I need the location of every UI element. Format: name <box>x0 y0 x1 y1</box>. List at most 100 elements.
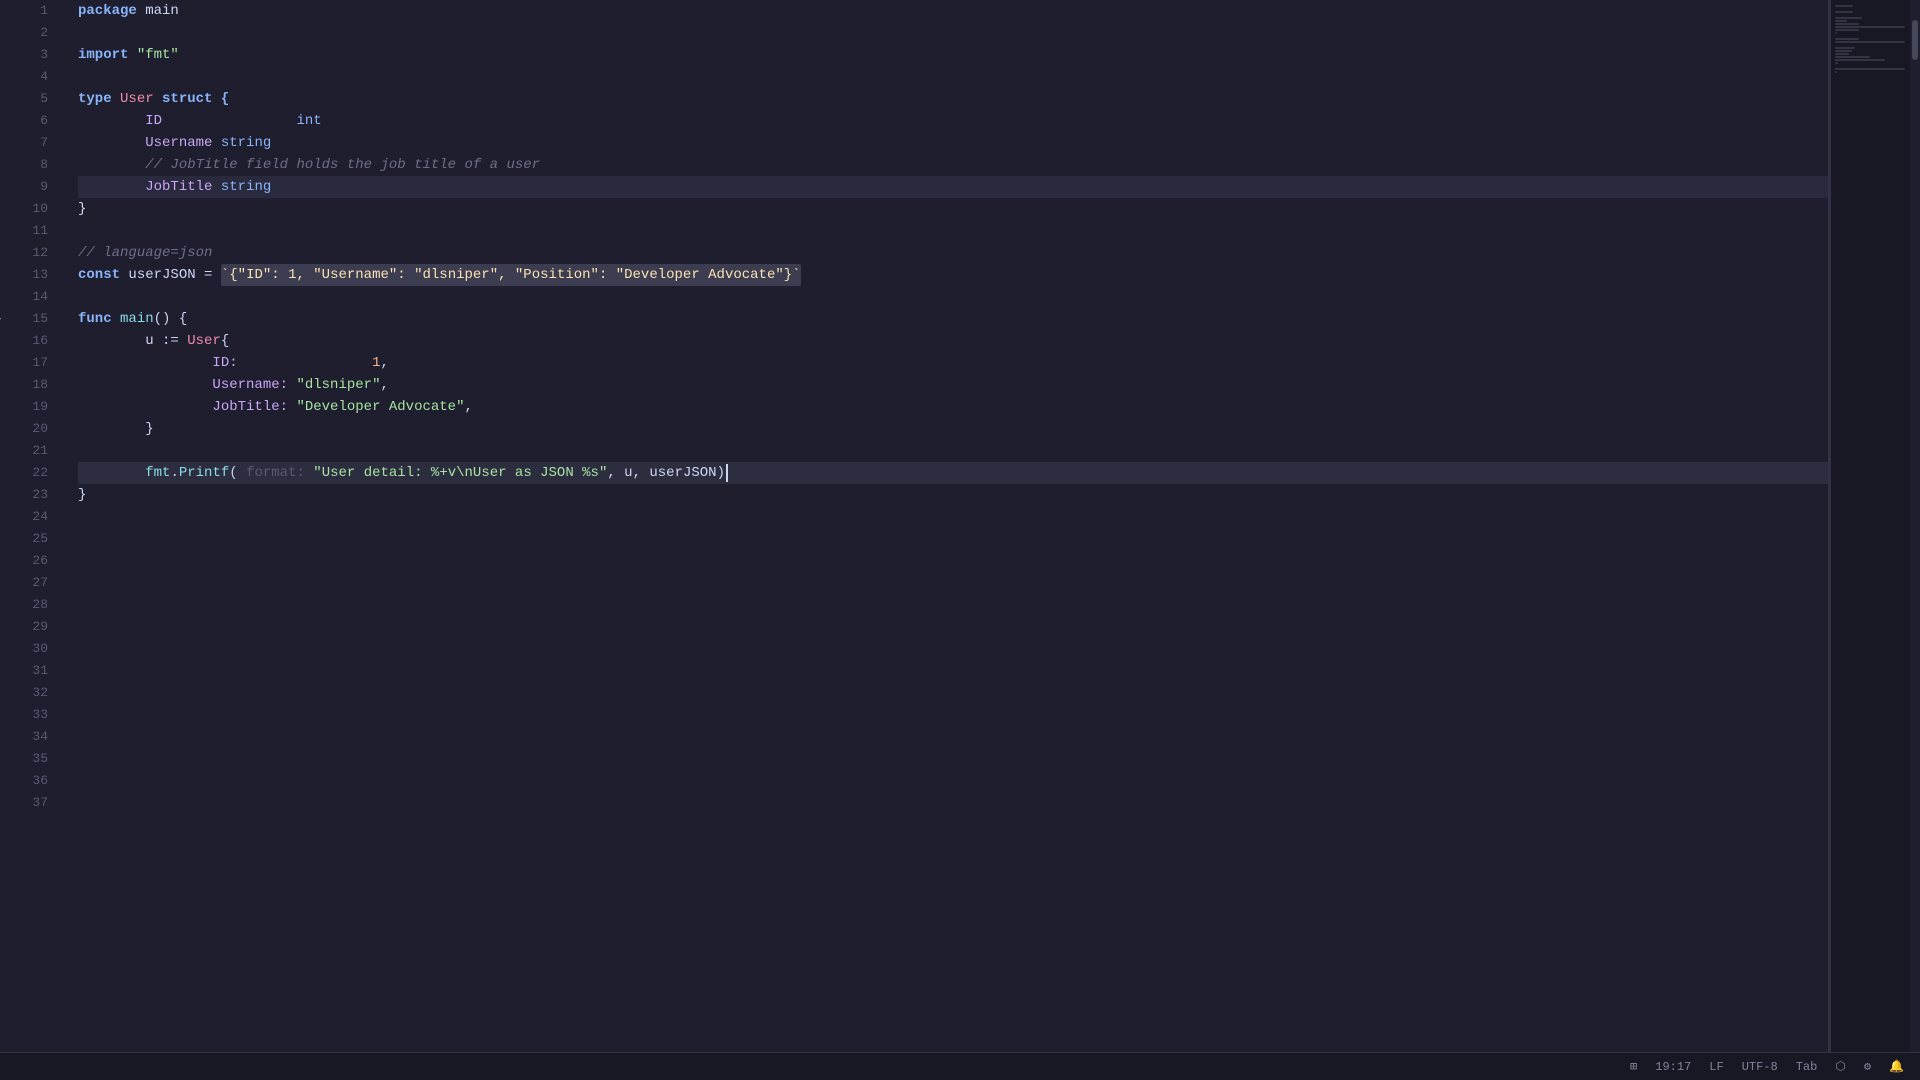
run-indicator[interactable]: ▶ <box>0 308 1 330</box>
line-number-1: 1 <box>8 0 48 22</box>
status-line-ending[interactable]: LF <box>1709 1060 1723 1074</box>
line-number-29: 29 <box>8 616 48 638</box>
token: userJSON <box>128 264 195 286</box>
line-number-24: 24 <box>8 506 48 528</box>
token: , <box>380 352 388 374</box>
minimap <box>1830 0 1910 1052</box>
token: ) <box>717 462 725 484</box>
line-number-20: 20 <box>8 418 48 440</box>
status-encoding[interactable]: UTF-8 <box>1742 1060 1778 1074</box>
line-number-5: 5 <box>8 88 48 110</box>
line-number-18: 18 <box>8 374 48 396</box>
minimap-line <box>1835 47 1855 49</box>
line-number-14: 14 <box>8 286 48 308</box>
token <box>212 176 220 198</box>
token: // language=json <box>78 242 212 264</box>
line-number-19: 19 <box>8 396 48 418</box>
fold-indicator-5[interactable]: ⌄ <box>58 92 60 106</box>
token: } <box>78 198 86 220</box>
fold-close-23[interactable] <box>58 488 60 502</box>
code-line-28 <box>78 594 1828 616</box>
minimap-line <box>1835 32 1837 34</box>
status-bar: ⊞ 19:17 LF UTF-8 Tab ⬡ ⚙ 🔔 <box>0 1052 1920 1080</box>
token: struct { <box>154 88 230 110</box>
minimap-line <box>1835 26 1905 28</box>
save-icon: ⬡ <box>1835 1059 1845 1074</box>
token: JobTitle <box>145 176 212 198</box>
line-number-10: 10 <box>8 198 48 220</box>
fold-indicator-15[interactable]: ⌄ <box>58 312 60 326</box>
code-line-30 <box>78 638 1828 660</box>
line-number-26: 26 <box>8 550 48 572</box>
code-line-25 <box>78 528 1828 550</box>
code-line-33 <box>78 704 1828 726</box>
token: "Developer Advocate" <box>296 396 464 418</box>
token: . <box>170 462 178 484</box>
notifications-icon: 🔔 <box>1889 1059 1904 1074</box>
token: int <box>296 110 321 132</box>
token: type <box>78 88 112 110</box>
status-notifications[interactable]: 🔔 <box>1889 1059 1904 1074</box>
line-number-21: 21 <box>8 440 48 462</box>
line-number-31: 31 <box>8 660 48 682</box>
code-line-15: ⌄func main() { <box>78 308 1828 330</box>
fold-close-10[interactable] <box>58 202 60 216</box>
token <box>212 132 220 154</box>
minimap-line <box>1835 56 1870 58</box>
token: 1 <box>372 352 380 374</box>
code-line-22: fmt.Printf( format: "User detail: %+v\nU… <box>78 462 1828 484</box>
line-number-6: 6 <box>8 110 48 132</box>
minimap-line <box>1835 38 1859 40</box>
line-ending: LF <box>1709 1060 1723 1074</box>
code-line-14 <box>78 286 1828 308</box>
token: `{"ID": 1, "Username": "dlsniper", "Posi… <box>221 264 801 286</box>
token: func <box>78 308 112 330</box>
status-position[interactable]: 19:17 <box>1655 1060 1691 1074</box>
minimap-line <box>1835 53 1849 55</box>
token: = <box>196 264 221 286</box>
token: const <box>78 264 120 286</box>
token <box>78 396 212 418</box>
line-number-35: 35 <box>8 748 48 770</box>
minimap-line <box>1835 62 1838 64</box>
minimap-line <box>1835 68 1905 70</box>
status-layout[interactable]: ⊞ <box>1630 1059 1637 1074</box>
token <box>288 374 296 396</box>
line-number-37: 37 <box>8 792 48 814</box>
line-number-36: 36 <box>8 770 48 792</box>
token: "fmt" <box>137 44 179 66</box>
code-line-13: const userJSON = `{"ID": 1, "Username": … <box>78 264 1828 286</box>
code-line-24 <box>78 506 1828 528</box>
code-line-1: package main <box>78 0 1828 22</box>
minimap-line <box>1835 41 1905 43</box>
fold-indicator-16[interactable]: ⌄ <box>58 334 60 348</box>
minimap-line <box>1835 59 1885 61</box>
line-number-12: 12 <box>8 242 48 264</box>
status-save[interactable]: ⬡ <box>1835 1059 1845 1074</box>
minimap-line <box>1835 23 1859 25</box>
status-settings[interactable]: ⚙ <box>1864 1059 1871 1074</box>
line-number-25: 25 <box>8 528 48 550</box>
line-number-2: 2 <box>8 22 48 44</box>
scrollbar-thumb[interactable] <box>1912 20 1918 60</box>
code-line-32 <box>78 682 1828 704</box>
token: } <box>145 418 153 440</box>
token <box>78 176 145 198</box>
line-number-33: 33 <box>8 704 48 726</box>
line-number-11: 11 <box>8 220 48 242</box>
token: , u, <box>607 462 649 484</box>
code-line-9: JobTitle string <box>78 176 1828 198</box>
scrollbar[interactable] <box>1910 0 1920 1052</box>
token <box>78 374 212 396</box>
token <box>78 132 145 154</box>
code-editor[interactable]: package mainimport "fmt"⌄type User struc… <box>58 0 1828 1052</box>
status-indentation[interactable]: Tab <box>1796 1060 1818 1074</box>
token: "dlsniper" <box>296 374 380 396</box>
line-number-32: 32 <box>8 682 48 704</box>
code-line-35 <box>78 748 1828 770</box>
fold-close-20[interactable] <box>58 422 60 436</box>
code-line-36 <box>78 770 1828 792</box>
code-line-21 <box>78 440 1828 462</box>
token: () { <box>154 308 188 330</box>
token <box>78 418 145 440</box>
